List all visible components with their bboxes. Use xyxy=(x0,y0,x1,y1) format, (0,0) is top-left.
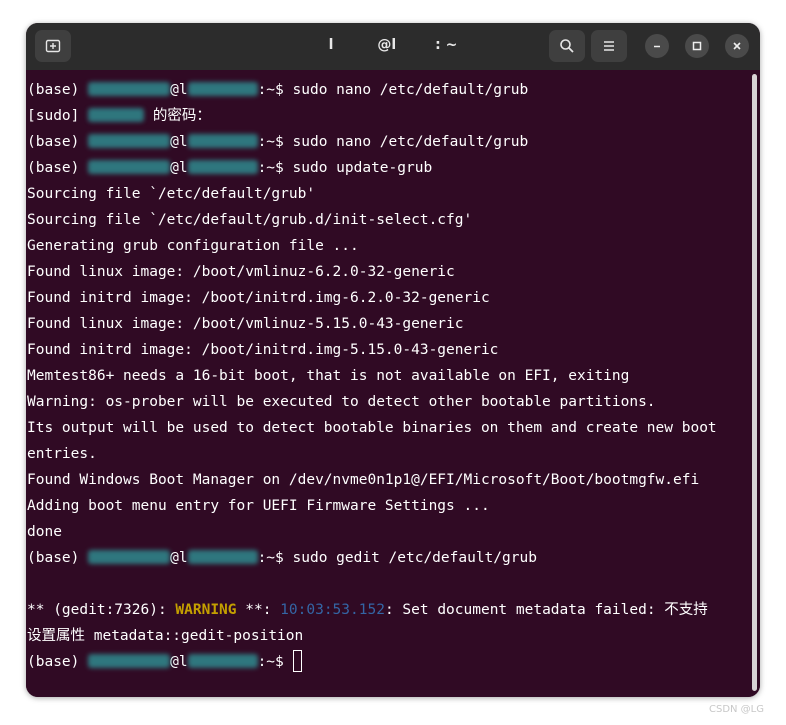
output-text: entries. xyxy=(27,446,97,462)
output-text: Warning: os-prober will be executed to d… xyxy=(27,394,656,410)
redacted-username xyxy=(88,550,171,564)
terminal-line: ** (gedit:7326): WARNING **: 10:03:53.15… xyxy=(27,597,747,623)
terminal-line: (base) @l :~$ sudo gedit /etc/default/gru… xyxy=(27,545,747,571)
prompt-env: (base) xyxy=(27,160,89,176)
output-text: Found initrd image: /boot/initrd.img-6.2… xyxy=(27,290,490,306)
redacted-hostname xyxy=(187,82,258,96)
prompt-env: (base) xyxy=(27,654,89,670)
prompt-at: @l xyxy=(170,550,188,566)
output-text: Its output will be used to detect bootab… xyxy=(27,420,717,436)
search-icon xyxy=(560,39,574,53)
prompt-env: (base) xyxy=(27,550,89,566)
command-text: sudo nano /etc/default/grub xyxy=(292,134,529,150)
prompt-symbol: :~$ xyxy=(257,82,293,98)
redacted-username xyxy=(88,108,145,122)
menu-button[interactable] xyxy=(591,30,627,62)
maximize-icon xyxy=(692,41,702,51)
terminal-line: Found initrd image: /boot/initrd.img-5.1… xyxy=(27,337,747,363)
prompt-env: (base) xyxy=(27,82,89,98)
prompt-symbol: :~$ xyxy=(257,134,293,150)
redacted-hostname xyxy=(187,654,258,668)
close-icon xyxy=(733,42,741,50)
gedit-prefix: ** (gedit:7326): xyxy=(27,602,176,618)
timestamp: 10:03:53.152 xyxy=(280,602,385,618)
prompt-at: @l xyxy=(170,654,188,670)
maximize-button[interactable] xyxy=(685,34,709,58)
terminal-line: (base) @l :~$ sudo update-grub xyxy=(27,155,747,181)
terminal-line: Warning: os-prober will be executed to d… xyxy=(27,389,747,415)
terminal-line: (base) @l :~$ xyxy=(27,649,747,675)
output-text: 设置属性 metadata::gedit-position xyxy=(27,628,304,644)
prompt-env: (base) xyxy=(27,134,89,150)
redacted-hostname xyxy=(187,550,258,564)
minimize-button[interactable] xyxy=(645,34,669,58)
terminal-line: (base) @l :~$ sudo nano /etc/default/grub xyxy=(27,129,747,155)
scrollbar[interactable] xyxy=(752,74,757,691)
hamburger-menu-icon xyxy=(604,41,614,51)
terminal-window: l @l : ~ (base) @l:~$ sudo nano /etc/de… xyxy=(26,23,760,697)
terminal-line: Generating grub configuration file ... xyxy=(27,233,747,259)
terminal-line: Its output will be used to detect bootab… xyxy=(27,415,747,441)
sudo-prefix: [sudo] xyxy=(27,108,89,124)
prompt-symbol: :~$ xyxy=(257,654,293,670)
terminal-line: done xyxy=(27,519,747,545)
text-cursor xyxy=(292,650,302,672)
command-text: sudo gedit /etc/default/grub xyxy=(292,550,537,566)
redacted-hostname xyxy=(187,160,258,174)
output-text: Found Windows Boot Manager on /dev/nvme0… xyxy=(27,472,700,488)
terminal-line: Found initrd image: /boot/initrd.img-6.2… xyxy=(27,285,747,311)
prompt-at: @l xyxy=(170,134,188,150)
output-text: Generating grub configuration file ... xyxy=(27,238,359,254)
terminal-line: Found linux image: /boot/vmlinuz-5.15.0-… xyxy=(27,311,747,337)
prompt-at: @l xyxy=(170,82,188,98)
gedit-message: : Set document metadata failed: 不支持 xyxy=(384,602,708,618)
redacted-hostname xyxy=(187,134,258,148)
terminal-line: [sudo] 的密码： xyxy=(27,103,747,129)
prompt-symbol: :~$ xyxy=(257,550,293,566)
command-text: sudo update-grub xyxy=(292,160,433,176)
terminal-line: 设置属性 metadata::gedit-position xyxy=(27,623,747,649)
redacted-username xyxy=(88,134,171,148)
terminal-line: Sourcing file `/etc/default/grub' xyxy=(27,181,747,207)
terminal-line: Sourcing file `/etc/default/grub.d/init-… xyxy=(27,207,747,233)
prompt-at: @l xyxy=(170,160,188,176)
redacted-username xyxy=(88,654,171,668)
sudo-password-prompt: 的密码： xyxy=(144,108,211,124)
terminal-line: Found Windows Boot Manager on /dev/nvme0… xyxy=(27,467,747,493)
terminal-line: Memtest86+ needs a 16-bit boot, that is … xyxy=(27,363,747,389)
gedit-separator: **: xyxy=(236,602,281,618)
output-text: Found linux image: /boot/vmlinuz-5.15.0-… xyxy=(27,316,464,332)
redacted-username xyxy=(88,160,171,174)
watermark: CSDN @LG xyxy=(708,704,764,715)
output-text: Memtest86+ needs a 16-bit boot, that is … xyxy=(27,368,630,384)
close-button[interactable] xyxy=(725,34,749,58)
output-text: Found linux image: /boot/vmlinuz-6.2.0-3… xyxy=(27,264,455,280)
redacted-username xyxy=(88,82,171,96)
minimize-icon xyxy=(654,45,660,48)
output-text: Adding boot menu entry for UEFI Firmware… xyxy=(27,498,490,514)
title-bar[interactable]: l @l : ~ xyxy=(26,23,760,70)
prompt-symbol: :~$ xyxy=(257,160,293,176)
output-text: Found initrd image: /boot/initrd.img-5.1… xyxy=(27,342,499,358)
output-text: Sourcing file `/etc/default/grub' xyxy=(27,186,316,202)
terminal-line: entries. xyxy=(27,441,747,467)
terminal-line: (base) @l :~$ sudo nano /etc/default/grub xyxy=(27,77,747,103)
search-button[interactable] xyxy=(549,30,585,62)
output-text: done xyxy=(27,524,62,540)
terminal-line: Found linux image: /boot/vmlinuz-6.2.0-3… xyxy=(27,259,747,285)
output-text: Sourcing file `/etc/default/grub.d/init-… xyxy=(27,212,473,228)
warning-label: WARNING xyxy=(175,602,237,618)
terminal-lines: (base) @l :~$ sudo nano /etc/default/grub… xyxy=(27,77,747,675)
command-text: sudo nano /etc/default/grub xyxy=(292,82,529,98)
terminal-output[interactable]: (base) @l :~$ sudo nano /etc/default/grub… xyxy=(26,70,760,697)
terminal-line: Adding boot menu entry for UEFI Firmware… xyxy=(27,493,747,519)
